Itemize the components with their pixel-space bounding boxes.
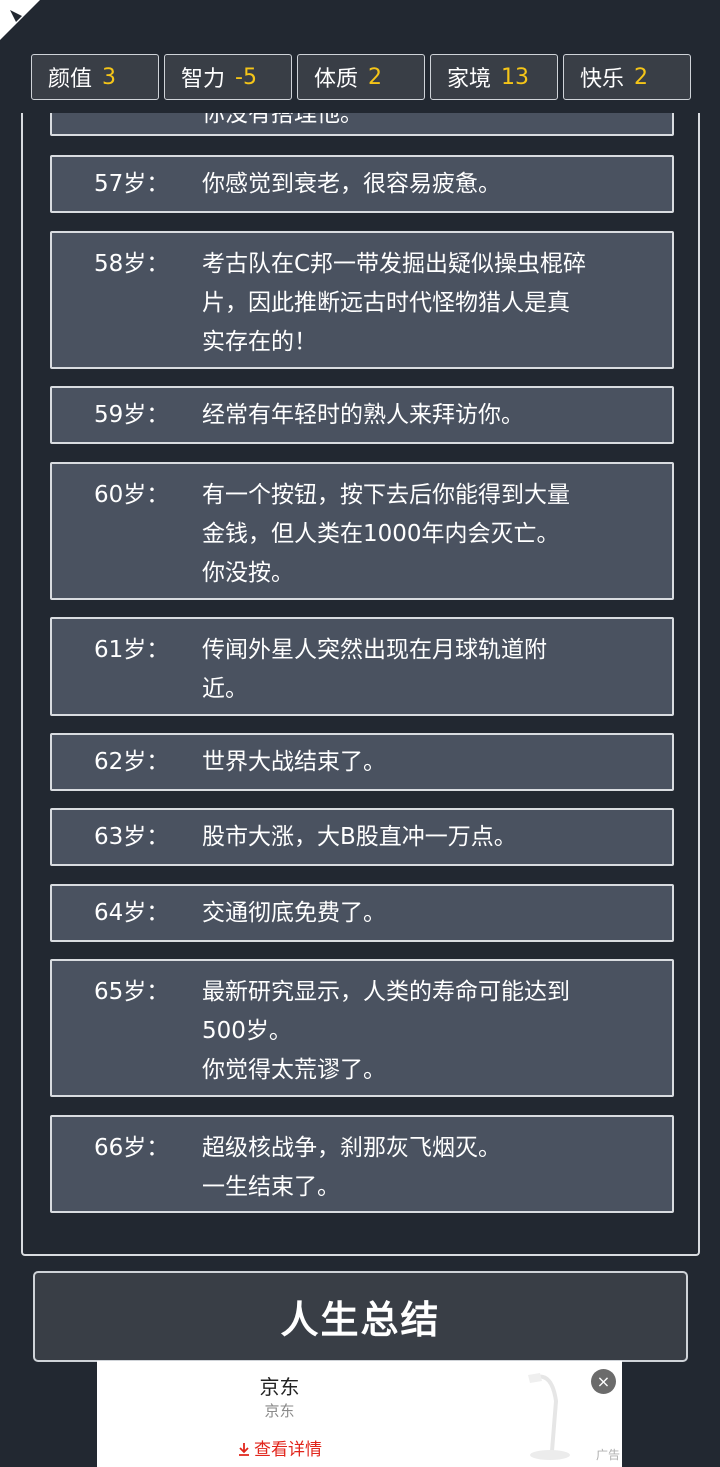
entry-line: 交通彻底免费了。 [202,900,386,926]
stat-value: -5 [235,64,257,90]
entry-line: 500岁。 [202,1018,292,1044]
entry-age: 64岁： [94,900,170,926]
stat-family: 家境 13 [430,54,558,100]
stat-label: 智力 [181,67,226,92]
stat-label: 快乐 [580,67,625,92]
entry-line: 世界大战结束了。 [202,749,386,775]
stat-value: 2 [368,64,383,90]
app-screen: 颜值 3 智力 -5 体质 2 家境 13 快乐 2 你没有搭理他。 57岁： … [0,0,720,1467]
entry-age: 60岁： [94,482,170,508]
entry-line: 你感觉到衰老，很容易疲惫。 [202,171,501,197]
entry-text: 股市大涨，大B股直冲一万点。 [202,818,650,857]
timeline-entry: 61岁： 传闻外星人突然出现在月球轨道附 近。 [50,617,674,716]
entry-line: 最新研究显示，人类的寿命可能达到 [202,979,570,1005]
entry-line: 股市大涨，大B股直冲一万点。 [202,824,517,850]
entry-text: 考古队在C邦一带发掘出疑似操虫棍碎 片，因此推断远古时代怪物猎人是真 实存在的！ [202,245,650,362]
entry-text: 经常有年轻时的熟人来拜访你。 [202,396,650,435]
entry-line: 你没按。 [202,560,294,586]
entry-line: 经常有年轻时的熟人来拜访你。 [202,402,524,428]
desk-lamp-icon [528,1373,570,1460]
entry-line: 近。 [202,676,248,702]
stat-label: 颜值 [48,67,93,92]
life-summary-button[interactable]: 人生总结 [33,1271,688,1362]
timeline-entry: 62岁： 世界大战结束了。 [50,733,674,791]
entry-line: 传闻外星人突然出现在月球轨道附 [202,637,547,663]
entry-line: 片，因此推断远古时代怪物猎人是真 [202,290,570,316]
entry-line: 超级核战争，刹那灰飞烟灭。 [202,1135,501,1161]
entry-line: 金钱，但人类在1000年内会灭亡。 [202,521,560,547]
ad-subtitle: 京东 [264,1402,295,1420]
entry-line: 你没有搭理他。 [202,113,363,127]
life-timeline[interactable]: 你没有搭理他。 57岁： 你感觉到衰老，很容易疲惫。 58岁： 考古队在C邦一带… [21,113,700,1256]
stat-value: 2 [634,64,649,90]
entry-text: 你感觉到衰老，很容易疲惫。 [202,165,650,204]
ad-label: 广告 [595,1448,620,1462]
entry-text: 交通彻底免费了。 [202,894,650,933]
entry-age: 57岁： [94,171,170,197]
entry-age: 59岁： [94,402,170,428]
back-corner-icon[interactable] [0,0,40,40]
entry-line: 考古队在C邦一带发掘出疑似操虫棍碎 [202,251,587,277]
timeline-scroll-content: 你没有搭理他。 57岁： 你感觉到衰老，很容易疲惫。 58岁： 考古队在C邦一带… [23,113,698,1254]
stat-intelligence: 智力 -5 [164,54,292,100]
stat-value: 3 [102,64,117,90]
entry-text: 有一个按钮，按下去后你能得到大量 金钱，但人类在1000年内会灭亡。 你没按。 [202,476,650,593]
stat-constitution: 体质 2 [297,54,425,100]
timeline-entry: 60岁： 有一个按钮，按下去后你能得到大量 金钱，但人类在1000年内会灭亡。 … [50,462,674,600]
entry-line: 你觉得太荒谬了。 [202,1057,386,1083]
ad-close-icon[interactable]: × [591,1369,616,1394]
ad-banner[interactable]: 京东 京东 查看详情 × 广告 [97,1361,622,1467]
stat-label: 体质 [314,67,359,92]
entry-age: 58岁： [94,251,170,277]
timeline-entry: 64岁： 交通彻底免费了。 [50,884,674,942]
entry-line: 有一个按钮，按下去后你能得到大量 [202,482,570,508]
timeline-entry-partial: 你没有搭理他。 [50,113,674,136]
entry-text: 最新研究显示，人类的寿命可能达到 500岁。 你觉得太荒谬了。 [202,973,650,1090]
entry-age: 66岁： [94,1135,170,1161]
timeline-entry: 66岁： 超级核战争，刹那灰飞烟灭。 一生结束了。 [50,1115,674,1213]
timeline-entry: 65岁： 最新研究显示，人类的寿命可能达到 500岁。 你觉得太荒谬了。 [50,959,674,1097]
entry-text: 你没有搭理他。 [202,113,650,134]
timeline-entry: 57岁： 你感觉到衰老，很容易疲惫。 [50,155,674,213]
timeline-entry: 58岁： 考古队在C邦一带发掘出疑似操虫棍碎 片，因此推断远古时代怪物猎人是真 … [50,231,674,369]
entry-age: 63岁： [94,824,170,850]
ad-cta-label: 查看详情 [254,1440,322,1460]
timeline-entry: 59岁： 经常有年轻时的熟人来拜访你。 [50,386,674,444]
stat-appearance: 颜值 3 [31,54,159,100]
entry-line: 实存在的！ [202,329,317,355]
entry-text: 超级核战争，刹那灰飞烟灭。 一生结束了。 [202,1129,650,1207]
download-arrow-icon [239,1443,249,1456]
entry-text: 传闻外星人突然出现在月球轨道附 近。 [202,631,650,709]
timeline-entry: 63岁： 股市大涨，大B股直冲一万点。 [50,808,674,866]
entry-age: 65岁： [94,979,170,1005]
stat-value: 13 [501,64,530,90]
entry-text: 世界大战结束了。 [202,743,650,782]
ad-view-details-link[interactable]: 查看详情 [97,1435,462,1460]
entry-line: 一生结束了。 [202,1174,340,1200]
stat-label: 家境 [447,67,492,92]
entry-age: 62岁： [94,749,170,775]
stats-bar: 颜值 3 智力 -5 体质 2 家境 13 快乐 2 [31,54,691,100]
stat-happiness: 快乐 2 [563,54,691,100]
entry-age: 61岁： [94,637,170,663]
ad-title: 京东 [259,1375,300,1399]
